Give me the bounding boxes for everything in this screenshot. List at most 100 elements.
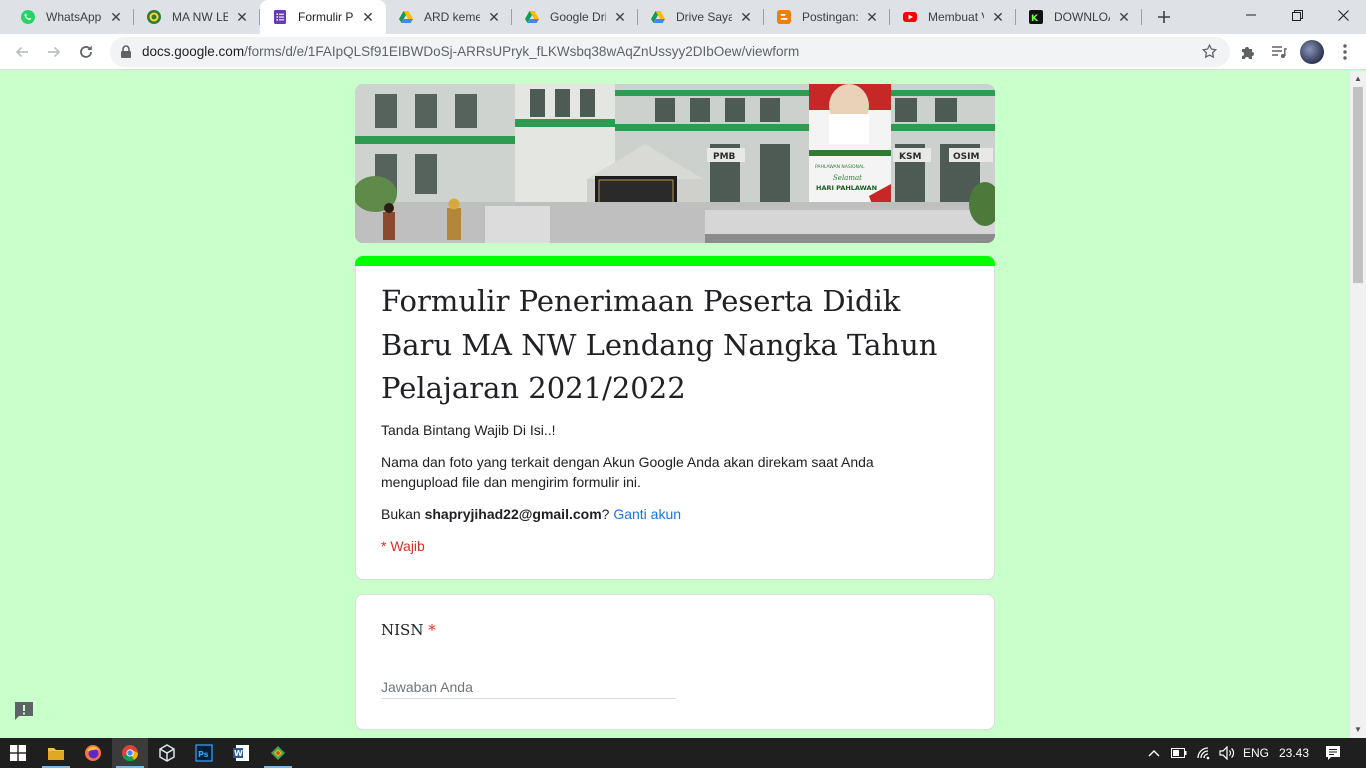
- nisn-input[interactable]: [381, 675, 676, 699]
- youtube-icon: [903, 12, 917, 22]
- tab-formulir[interactable]: Formulir Penerimaan Peserta ✕: [260, 0, 386, 34]
- battery-status[interactable]: [1168, 738, 1190, 768]
- media-control-button[interactable]: [1267, 40, 1291, 64]
- restore-button[interactable]: [1274, 0, 1320, 30]
- battery-icon: [1171, 748, 1187, 758]
- language-indicator[interactable]: ENG: [1240, 738, 1272, 768]
- puzzle-icon: [1242, 47, 1254, 59]
- not-you-prefix: Bukan: [381, 506, 421, 522]
- feedback-icon: [15, 702, 33, 720]
- tab-download[interactable]: K DOWNLOAD ✕: [1016, 0, 1142, 34]
- url-text[interactable]: docs.google.com/forms/d/e/1FAIpQLSf91EIB…: [142, 44, 799, 59]
- form-title: Formulir Penerimaan Peserta Didik Baru M…: [381, 284, 938, 405]
- restore-icon: [1291, 9, 1303, 21]
- tab-whatsapp[interactable]: WhatsApp ✕: [8, 0, 134, 34]
- question-card-nisn: NISN *: [355, 594, 995, 730]
- clock[interactable]: 23.43: [1274, 738, 1314, 768]
- tab-drive-saya[interactable]: Drive Saya - Google Drive ✕: [638, 0, 764, 34]
- tab-youtube[interactable]: Membuat Video ✕: [890, 0, 1016, 34]
- arrow-left-icon: [15, 46, 28, 58]
- report-feedback-button[interactable]: [13, 700, 35, 722]
- kinemaster-icon: K: [1029, 10, 1043, 24]
- start-button[interactable]: [0, 738, 36, 768]
- page-scrollbar[interactable]: ▲ ▼: [1350, 71, 1366, 738]
- tab-ard-kemenag[interactable]: ARD kemenag ✕: [386, 0, 512, 34]
- required-asterisk: *: [428, 621, 436, 639]
- paint-app-icon: [271, 746, 285, 760]
- form-accent-bar: [355, 256, 995, 266]
- school-building-image: PMB KSM OSIM PAHLAWAN NASIONAL Selamat H…: [355, 84, 995, 243]
- browser-toolbar: docs.google.com/forms/d/e/1FAIpQLSf91EIB…: [0, 34, 1366, 70]
- taskbar-chrome[interactable]: [112, 738, 148, 768]
- browser-tab-strip: WhatsApp ✕ MA NW LENDANG NANGKA ✕ Formul…: [0, 0, 1366, 34]
- close-icon[interactable]: ✕: [612, 9, 628, 25]
- required-note: * Wajib: [381, 538, 425, 554]
- taskbar-photoshop[interactable]: Ps: [186, 738, 222, 768]
- tab-google-drive[interactable]: Google Drive ✕: [512, 0, 638, 34]
- blogger-icon: [777, 10, 791, 24]
- close-icon: [1337, 9, 1349, 21]
- volume-control[interactable]: [1216, 738, 1238, 768]
- close-icon[interactable]: ✕: [234, 9, 250, 25]
- browser-menu-button[interactable]: [1333, 40, 1357, 64]
- google-drive-icon: [399, 11, 413, 23]
- close-icon[interactable]: ✕: [108, 9, 124, 25]
- back-button[interactable]: [8, 38, 36, 66]
- show-hidden-icons-button[interactable]: [1144, 738, 1164, 768]
- header-banner-image: PMB KSM OSIM PAHLAWAN NASIONAL Selamat H…: [355, 84, 995, 243]
- profile-avatar[interactable]: [1300, 40, 1324, 64]
- close-icon[interactable]: ✕: [1116, 9, 1132, 25]
- account-line: Bukan shapryjihad22@gmail.com? Ganti aku…: [381, 504, 941, 524]
- question-title: NISN: [381, 621, 424, 639]
- tab-title: WhatsApp: [46, 10, 102, 24]
- lock-icon[interactable]: [120, 45, 132, 59]
- tab-title: Membuat Video: [928, 10, 984, 24]
- arrow-right-icon: [48, 46, 61, 58]
- firefox-icon: [85, 745, 101, 761]
- sign-pmb: PMB: [713, 152, 736, 162]
- close-icon[interactable]: ✕: [990, 9, 1006, 25]
- close-icon[interactable]: ✕: [864, 9, 880, 25]
- action-center-button[interactable]: [1318, 738, 1348, 768]
- tab-blogger[interactable]: Postingan: Blogger ✕: [764, 0, 890, 34]
- form-page: PMB KSM OSIM PAHLAWAN NASIONAL Selamat H…: [0, 71, 1350, 738]
- sign-ksm: KSM: [899, 152, 921, 162]
- reload-button[interactable]: [72, 38, 100, 66]
- tab-title: Google Drive: [550, 10, 606, 24]
- chevron-up-icon: [1148, 750, 1160, 757]
- wifi-status[interactable]: [1193, 738, 1215, 768]
- taskbar-word[interactable]: W: [223, 738, 259, 768]
- bookmark-star-icon[interactable]: [1201, 43, 1218, 60]
- taskbar-file-explorer[interactable]: [38, 738, 74, 768]
- new-tab-button[interactable]: [1152, 5, 1176, 29]
- taskbar-app-colorful[interactable]: [260, 738, 296, 768]
- minimize-button[interactable]: [1228, 0, 1274, 30]
- switch-account-link[interactable]: Ganti akun: [613, 506, 681, 522]
- whatsapp-icon: [21, 10, 35, 24]
- taskbar-virtualbox[interactable]: [149, 738, 185, 768]
- close-icon[interactable]: ✕: [486, 9, 502, 25]
- google-forms-icon: [274, 10, 286, 24]
- folder-icon: [48, 748, 64, 760]
- word-icon: W: [233, 745, 249, 761]
- scrollbar-thumb[interactable]: [1353, 87, 1363, 283]
- question-label: NISN *: [381, 621, 436, 639]
- close-icon[interactable]: ✕: [360, 9, 376, 25]
- google-drive-icon: [651, 11, 665, 23]
- window-close-button[interactable]: [1320, 0, 1366, 30]
- scroll-up-icon[interactable]: ▲: [1354, 74, 1362, 83]
- scroll-down-icon[interactable]: ▼: [1354, 725, 1362, 734]
- address-bar[interactable]: docs.google.com/forms/d/e/1FAIpQLSf91EIB…: [110, 37, 1230, 67]
- cube-icon: [159, 744, 175, 762]
- windows-taskbar: Ps W ENG 23.43: [0, 738, 1366, 768]
- tab-ma-nw[interactable]: MA NW LENDANG NANGKA ✕: [134, 0, 260, 34]
- notification-icon: [1326, 746, 1340, 760]
- windows-logo-icon: [10, 745, 26, 761]
- poster-line1: PAHLAWAN NASIONAL: [815, 164, 865, 170]
- account-email: shapryjihad22@gmail.com: [424, 506, 602, 522]
- taskbar-firefox[interactable]: [75, 738, 111, 768]
- forward-button[interactable]: [40, 38, 68, 66]
- extensions-button[interactable]: [1236, 40, 1260, 64]
- photoshop-icon: Ps: [195, 744, 213, 762]
- close-icon[interactable]: ✕: [738, 9, 754, 25]
